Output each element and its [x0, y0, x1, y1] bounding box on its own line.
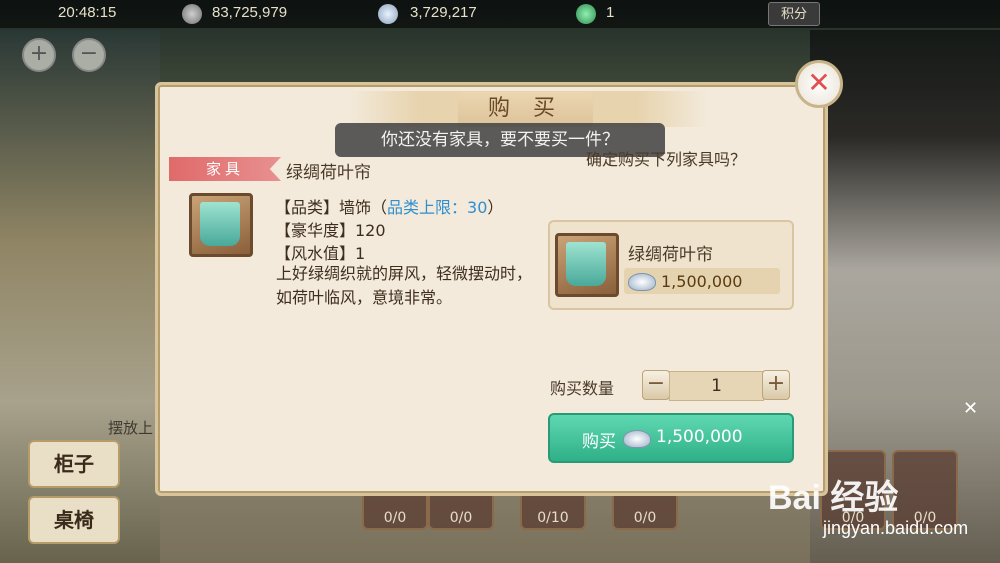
close-button[interactable]: ✕ [795, 60, 843, 108]
slot-count: 0/0 [383, 510, 407, 526]
quantity-decrease-button[interactable]: − [642, 370, 670, 400]
buy-label: 购买 [582, 432, 616, 452]
card-item-name: 绿绸荷叶帘 [628, 245, 713, 265]
silver-ingot-icon [628, 273, 656, 291]
quantity-label: 购买数量 [550, 379, 615, 398]
item-description: 上好绿绸织就的屏风，轻微摆动时，如荷叶临风，意境非常。 [276, 264, 533, 307]
item-thumbnail [189, 193, 253, 257]
points-button[interactable]: 积分 [768, 2, 820, 26]
item-name: 绿绸荷叶帘 [286, 163, 371, 183]
confirm-question: 确定购买下列家具吗？ [586, 150, 747, 169]
slot-count: 0/10 [537, 510, 569, 526]
table-chair-label: 桌椅 [54, 508, 94, 532]
contribution-icon [182, 4, 202, 24]
category-tag: 家具 [169, 157, 281, 181]
jade-icon [576, 4, 596, 24]
zoom-in-button[interactable]: + [22, 38, 56, 72]
curtain-icon [566, 242, 606, 286]
category-prefix: 【品类】墙饰（ [275, 198, 388, 217]
cabinet-category-button[interactable]: 柜子 [28, 440, 120, 488]
silver-icon [378, 4, 398, 24]
dialog-title: 购 买 [458, 92, 593, 126]
place-hint-text: 摆放上 [108, 419, 154, 437]
quantity-input[interactable]: 1 [669, 371, 764, 401]
stat-luxury: 【豪华度】120 [275, 221, 386, 240]
silver-count: 3,729,217 [410, 4, 477, 21]
stat-category: 【品类】墙饰（品类上限：30） [275, 194, 503, 218]
close-small-icon[interactable]: ✕ [963, 398, 978, 419]
contribution-count: 83,725,979 [212, 4, 288, 21]
buy-price: 1,500,000 [656, 427, 743, 447]
jade-count: 1 [606, 4, 615, 21]
quantity-increase-button[interactable]: + [762, 370, 790, 400]
silver-ingot-icon [623, 430, 651, 448]
zoom-out-button[interactable]: − [72, 38, 106, 72]
table-chair-category-button[interactable]: 桌椅 [28, 496, 120, 544]
category-suffix: ） [487, 198, 504, 217]
watermark-brand: Bai 经验 [768, 479, 899, 517]
category-limit: 品类上限：30 [387, 198, 488, 217]
card-thumbnail [555, 233, 619, 297]
cabinet-label: 柜子 [54, 452, 94, 476]
card-price: 1,500,000 [661, 272, 743, 291]
curtain-icon [200, 202, 240, 246]
status-bar: 20:48:15 83,725,979 3,729,217 1 积分 [0, 0, 1000, 28]
stat-fengshui: 【风水值】1 [275, 244, 366, 263]
clock: 20:48:15 [58, 4, 117, 21]
slot-count: 0/0 [449, 510, 473, 526]
watermark-url: jingyan.baidu.com [823, 518, 969, 538]
slot-count: 0/0 [633, 510, 657, 526]
